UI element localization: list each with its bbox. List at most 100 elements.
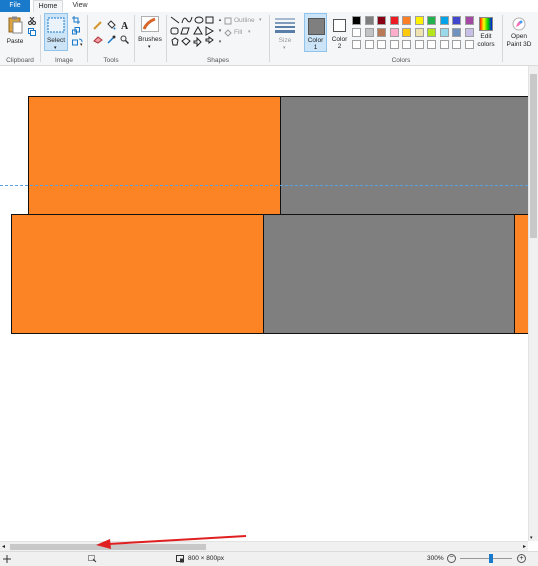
image-group-label: Image <box>54 57 74 64</box>
brushes-button[interactable]: Brushes ▾ <box>137 14 163 50</box>
scroll-left-icon[interactable]: ◂ <box>2 543 5 550</box>
zoom-slider-track[interactable] <box>460 558 512 559</box>
cut-icon[interactable] <box>28 17 36 25</box>
palette-swatch[interactable] <box>389 16 399 25</box>
color2-button[interactable]: Color 2 <box>328 13 351 52</box>
palette-swatch-empty[interactable] <box>352 40 361 49</box>
color2-number: 2 <box>337 43 342 50</box>
palette-swatch[interactable] <box>377 28 386 37</box>
canvas-dimensions: 800 × 800px <box>188 555 224 562</box>
palette-swatch-empty[interactable] <box>414 40 424 49</box>
select-label: Select <box>46 37 66 44</box>
brushes-dropdown-icon[interactable]: ▾ <box>148 44 151 50</box>
outline-button[interactable]: Outline ▾ <box>224 16 268 26</box>
shapes-gallery[interactable] <box>170 15 218 49</box>
outline-label: Outline <box>234 17 255 24</box>
zoom-out-button[interactable]: − <box>447 554 456 563</box>
magnifier-icon[interactable] <box>120 35 129 44</box>
file-menu-tab[interactable]: File <box>0 0 30 12</box>
fill-dropdown-icon: ▾ <box>248 29 251 35</box>
zoom-in-button[interactable]: + <box>517 554 526 563</box>
fill-label: Fill <box>234 29 243 36</box>
palette-swatch-empty[interactable] <box>402 40 411 49</box>
size-label: Size <box>278 37 292 44</box>
color1-button[interactable]: Color 1 <box>304 13 327 52</box>
copy-icon[interactable] <box>28 28 36 36</box>
size-lines-icon <box>275 18 295 33</box>
select-dropdown-icon[interactable]: ▾ <box>54 45 57 51</box>
brush-icon <box>141 16 159 32</box>
palette-swatch-empty[interactable] <box>389 40 399 49</box>
palette-swatch[interactable] <box>352 16 361 25</box>
shapes-group: ▴ ▾ ▾ Outline ▾ Fill ▾ Shapes <box>167 12 269 65</box>
color2-label: Color <box>331 36 348 43</box>
palette-swatch-empty[interactable] <box>439 40 449 49</box>
edit-colors-button[interactable]: Edit colors <box>473 14 499 52</box>
color-picker-icon[interactable] <box>107 35 116 44</box>
crop-icon[interactable] <box>72 16 80 24</box>
brushes-group: Brushes ▾ <box>135 12 165 65</box>
palette-swatch[interactable] <box>389 28 399 37</box>
scroll-down-icon[interactable]: ▾ <box>530 535 533 541</box>
shapes-scroll[interactable]: ▴ ▾ ▾ <box>217 15 223 49</box>
clipboard-group-label: Clipboard <box>6 57 34 64</box>
edit-colors-icon <box>479 17 493 31</box>
vertical-scrollbar-thumb[interactable] <box>530 74 537 238</box>
palette-swatch[interactable] <box>402 28 411 37</box>
scroll-right-icon[interactable]: ▸ <box>523 543 526 550</box>
select-button[interactable]: Select ▾ <box>44 13 68 51</box>
palette-swatch[interactable] <box>352 28 361 37</box>
zoom-slider-thumb[interactable] <box>489 554 493 563</box>
palette-swatch-empty[interactable] <box>452 40 461 49</box>
eraser-icon[interactable] <box>93 36 103 44</box>
selection-size-icon <box>88 555 97 563</box>
palette-swatch[interactable] <box>452 16 461 25</box>
palette-swatch[interactable] <box>414 16 424 25</box>
size-group: Size ▾ <box>270 12 300 65</box>
palette-swatch-empty[interactable] <box>364 40 374 49</box>
edit-colors-label-2: colors <box>477 41 495 48</box>
palette-swatch[interactable] <box>364 16 374 25</box>
tools-group-label: Tools <box>103 57 119 64</box>
palette-swatch-empty[interactable] <box>377 40 386 49</box>
palette-swatch-empty[interactable] <box>427 40 436 49</box>
colors-group-label: Colors <box>391 57 411 64</box>
selection-guide-line <box>0 185 528 186</box>
outline-icon <box>224 17 232 25</box>
palette-swatch[interactable] <box>427 16 436 25</box>
palette-swatch[interactable] <box>364 28 374 37</box>
palette-swatch[interactable] <box>439 16 449 25</box>
size-dropdown-icon: ▾ <box>283 45 286 51</box>
palette-swatch[interactable] <box>377 16 386 25</box>
gray-rectangle-bottom <box>263 214 516 334</box>
canvas-size-icon <box>176 555 184 563</box>
pencil-icon[interactable] <box>93 21 102 30</box>
select-rectangle-icon <box>47 17 65 33</box>
open-paint3d-button[interactable]: Open Paint 3D <box>503 14 535 54</box>
color2-swatch <box>333 19 346 32</box>
cursor-position-icon <box>3 555 11 563</box>
zoom-level: 300% <box>427 555 444 562</box>
fill-bucket-icon[interactable] <box>106 20 116 30</box>
palette-swatch[interactable] <box>414 28 424 37</box>
palette-swatch[interactable] <box>439 28 449 37</box>
paste-button[interactable]: Paste <box>4 14 26 48</box>
size-button[interactable]: Size ▾ <box>273 14 297 51</box>
text-icon[interactable]: A <box>120 20 130 30</box>
horizontal-scrollbar-thumb[interactable] <box>10 544 206 550</box>
palette-swatch[interactable] <box>452 28 461 37</box>
palette-swatch[interactable] <box>427 28 436 37</box>
palette-swatch[interactable] <box>402 16 411 25</box>
svg-text:▾: ▾ <box>80 42 83 46</box>
orange-rectangle-bottom <box>11 214 265 334</box>
canvas-area[interactable] <box>0 66 528 541</box>
open-paint3d-label-2: Paint 3D <box>506 41 532 48</box>
resize-icon[interactable] <box>72 27 80 35</box>
color1-number: 1 <box>313 44 318 51</box>
fill-button[interactable]: Fill ▾ <box>224 28 268 38</box>
rotate-icon[interactable]: ▾ <box>72 38 84 46</box>
vertical-scrollbar[interactable]: ▾ <box>528 66 538 541</box>
outline-dropdown-icon: ▾ <box>259 17 262 23</box>
colors-group: Color 1 Color 2 Edit colors Colors <box>301 12 501 65</box>
view-tab[interactable]: View <box>67 0 93 12</box>
